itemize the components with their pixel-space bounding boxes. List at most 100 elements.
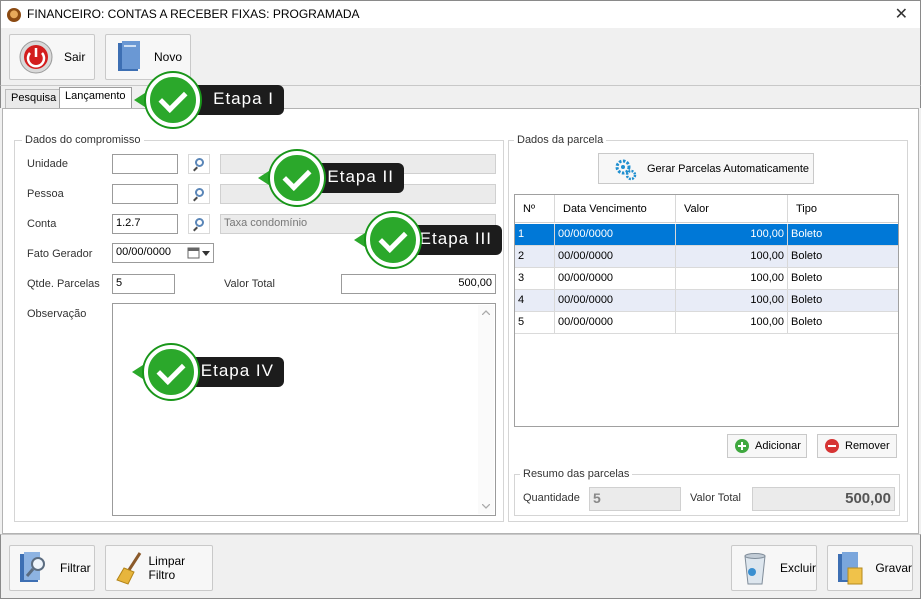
conta-label: Conta	[27, 218, 57, 230]
parcelas-grid: Nº Data Vencimento Valor Tipo 1 00/00/00…	[514, 194, 899, 427]
quantidade-value: 5	[589, 487, 681, 511]
gravar-label: Gravar	[875, 561, 912, 575]
row-data: 00/00/0000	[555, 312, 676, 333]
row-numero: 5	[515, 312, 555, 333]
remove-icon	[825, 439, 839, 453]
trash-icon	[744, 553, 766, 585]
tab-pesquisa[interactable]: Pesquisa	[5, 89, 63, 108]
check-icon	[146, 73, 200, 127]
row-numero: 1	[515, 224, 555, 245]
filter-search-icon	[20, 552, 45, 582]
check-icon	[144, 345, 198, 399]
fato-gerador-label: Fato Gerador	[27, 248, 93, 260]
row-tipo: Boleto	[791, 294, 823, 306]
observacao-label: Observação	[27, 308, 87, 320]
row-data: 00/00/0000	[555, 224, 676, 245]
scroll-down-icon[interactable]	[482, 504, 490, 509]
tab-lancamento[interactable]: Lançamento	[59, 87, 132, 108]
row-tipo: Boleto	[791, 250, 823, 262]
app-icon	[7, 8, 21, 22]
valor-total-label: Valor Total	[224, 278, 275, 290]
new-document-icon	[118, 41, 140, 71]
row-data: 00/00/0000	[555, 246, 676, 267]
conta-search-icon[interactable]	[188, 214, 210, 234]
power-icon	[19, 40, 53, 74]
filtrar-label: Filtrar	[60, 561, 91, 575]
callout-etapa-2-label: Etapa II	[327, 167, 394, 186]
gravar-button[interactable]: Gravar	[827, 545, 913, 591]
pessoa-label: Pessoa	[27, 188, 64, 200]
novo-label: Novo	[154, 50, 183, 64]
scroll-up-icon[interactable]	[482, 310, 490, 315]
adicionar-label: Adicionar	[755, 440, 801, 452]
row-tipo: Boleto	[791, 272, 823, 284]
callout-etapa-4: Etapa IV	[132, 345, 284, 399]
col-data-vencimento[interactable]: Data Vencimento	[555, 195, 676, 222]
row-valor: 100,00	[676, 290, 788, 311]
sair-button[interactable]: Sair	[9, 34, 95, 80]
gerar-parcelas-label: Gerar Parcelas Automaticamente	[647, 162, 810, 175]
add-icon	[735, 439, 749, 453]
row-numero: 2	[515, 246, 555, 267]
check-icon	[366, 213, 420, 267]
resumo-valor-total-label: Valor Total	[690, 492, 741, 504]
pessoa-input[interactable]	[112, 184, 178, 204]
callout-etapa-1: Etapa I	[134, 73, 284, 127]
row-valor: 100,00	[676, 224, 788, 245]
qtde-parcelas-label: Qtde. Parcelas	[27, 278, 100, 290]
calendar-dropdown-icon[interactable]	[187, 247, 213, 259]
col-tipo[interactable]: Tipo	[788, 195, 898, 222]
col-numero[interactable]: Nº	[515, 195, 555, 222]
filtrar-button[interactable]: Filtrar	[9, 545, 95, 591]
broom-icon	[116, 552, 142, 585]
callout-etapa-3: Etapa III	[354, 213, 502, 267]
limpar-filtro-label: Limpar Filtro	[148, 554, 186, 582]
close-icon[interactable]: ✕	[895, 4, 908, 24]
window-title: FINANCEIRO: CONTAS A RECEBER FIXAS: PROG…	[27, 7, 360, 21]
row-numero: 3	[515, 268, 555, 289]
limpar-filtro-button[interactable]: Limpar Filtro	[105, 545, 213, 591]
row-valor: 100,00	[676, 246, 788, 267]
table-row[interactable]: 5 00/00/0000 100,00 Boleto	[515, 312, 898, 334]
observacao-textarea[interactable]	[112, 303, 496, 516]
row-numero: 4	[515, 290, 555, 311]
sair-label: Sair	[64, 50, 86, 64]
save-folder-icon	[838, 552, 863, 585]
title-bar: FINANCEIRO: CONTAS A RECEBER FIXAS: PROG…	[0, 0, 921, 28]
parcela-title: Dados da parcela	[514, 134, 607, 146]
remover-button[interactable]: Remover	[817, 434, 897, 458]
qtde-parcelas-input[interactable]: 5	[112, 274, 175, 294]
excluir-button[interactable]: Excluir	[731, 545, 817, 591]
unidade-input[interactable]	[112, 154, 178, 174]
bottom-bar: Filtrar Limpar Filtro Excluir Gravar	[0, 534, 921, 599]
table-row[interactable]: 4 00/00/0000 100,00 Boleto	[515, 290, 898, 312]
callout-etapa-2: Etapa II	[258, 151, 404, 205]
toolbar: Sair Novo	[0, 28, 921, 86]
row-tipo: Boleto	[791, 228, 823, 240]
grid-header: Nº Data Vencimento Valor Tipo	[515, 195, 898, 223]
resumo-title: Resumo das parcelas	[520, 468, 633, 480]
quantidade-label: Quantidade	[523, 492, 580, 504]
col-valor[interactable]: Valor	[676, 195, 788, 222]
row-valor: 100,00	[676, 268, 788, 289]
unidade-search-icon[interactable]	[188, 154, 210, 174]
valor-total-input[interactable]: 500,00	[341, 274, 496, 294]
row-data: 00/00/0000	[555, 268, 676, 289]
callout-etapa-3-label: Etapa III	[419, 229, 492, 248]
check-icon	[270, 151, 324, 205]
gears-icon	[615, 159, 637, 180]
observacao-scrollbar[interactable]	[478, 305, 494, 514]
row-valor: 100,00	[676, 312, 788, 333]
callout-etapa-4-label: Etapa IV	[200, 361, 274, 380]
unidade-label: Unidade	[27, 158, 68, 170]
gerar-parcelas-button[interactable]: Gerar Parcelas Automaticamente	[598, 153, 814, 184]
row-tipo: Boleto	[791, 316, 823, 328]
resumo-valor-total-value: 500,00	[752, 487, 895, 511]
adicionar-button[interactable]: Adicionar	[727, 434, 807, 458]
pessoa-search-icon[interactable]	[188, 184, 210, 204]
table-row[interactable]: 1 00/00/0000 100,00 Boleto	[515, 224, 898, 246]
table-row[interactable]: 3 00/00/0000 100,00 Boleto	[515, 268, 898, 290]
table-row[interactable]: 2 00/00/0000 100,00 Boleto	[515, 246, 898, 268]
conta-input[interactable]: 1.2.7	[112, 214, 178, 234]
compromisso-title: Dados do compromisso	[22, 134, 144, 146]
